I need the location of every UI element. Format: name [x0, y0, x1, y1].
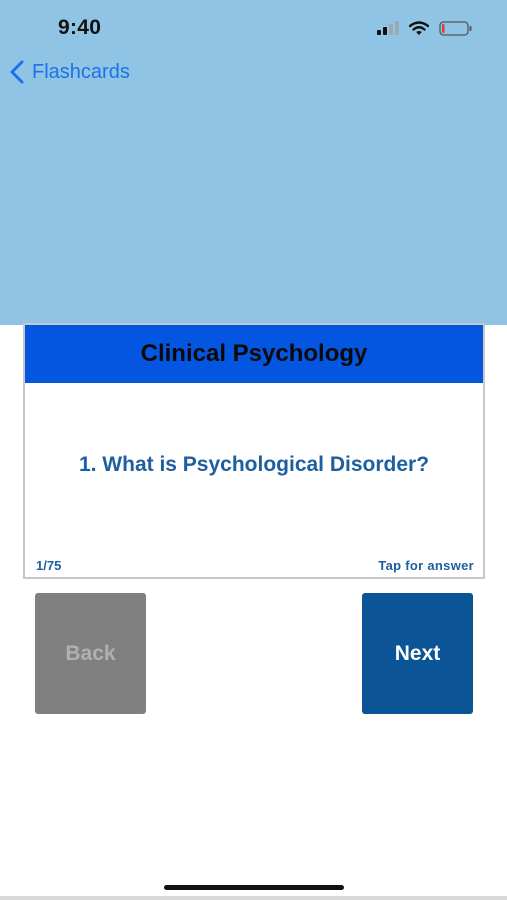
wifi-icon — [409, 20, 429, 35]
card-title: Clinical Psychology — [140, 340, 368, 367]
status-icons — [377, 19, 473, 37]
status-time: 9:40 — [58, 16, 102, 39]
header-background: 9:40 Flashcards — [0, 0, 507, 325]
card-header: Clinical Psychology — [25, 325, 483, 383]
next-button[interactable]: Next — [362, 593, 473, 714]
cellular-signal-icon — [377, 21, 399, 35]
tap-for-answer-hint: Tap for answer — [378, 558, 474, 573]
status-bar: 9:40 — [0, 0, 507, 56]
battery-icon — [439, 20, 472, 36]
navigation-bar: Flashcards — [0, 56, 507, 96]
back-button[interactable]: Back — [35, 593, 146, 714]
home-indicator[interactable] — [164, 885, 344, 890]
bottom-divider — [0, 896, 507, 900]
back-link-label: Flashcards — [32, 60, 130, 83]
flashcard[interactable]: Clinical Psychology 1. What is Psycholog… — [23, 323, 485, 579]
card-counter: 1/75 — [36, 558, 62, 573]
card-question: 1. What is Psychological Disorder? — [78, 453, 430, 476]
chevron-left-icon — [10, 60, 24, 84]
flashcards-back-link[interactable]: Flashcards — [10, 60, 130, 84]
